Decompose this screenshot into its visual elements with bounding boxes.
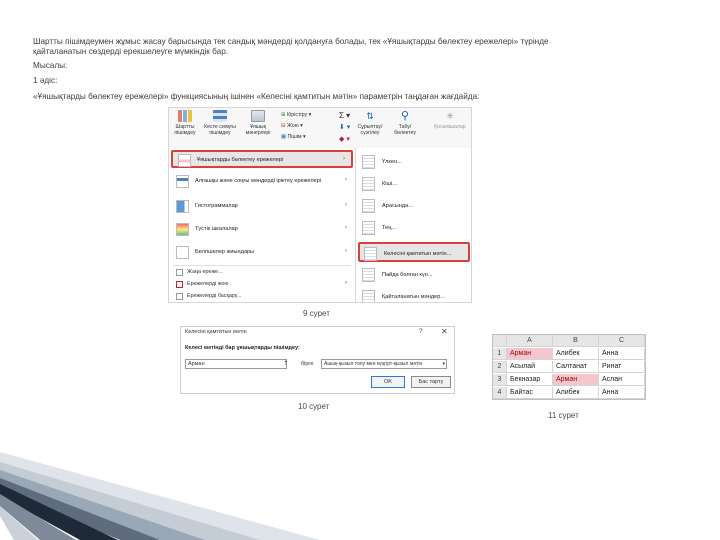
decorative-stripes	[0, 452, 320, 540]
